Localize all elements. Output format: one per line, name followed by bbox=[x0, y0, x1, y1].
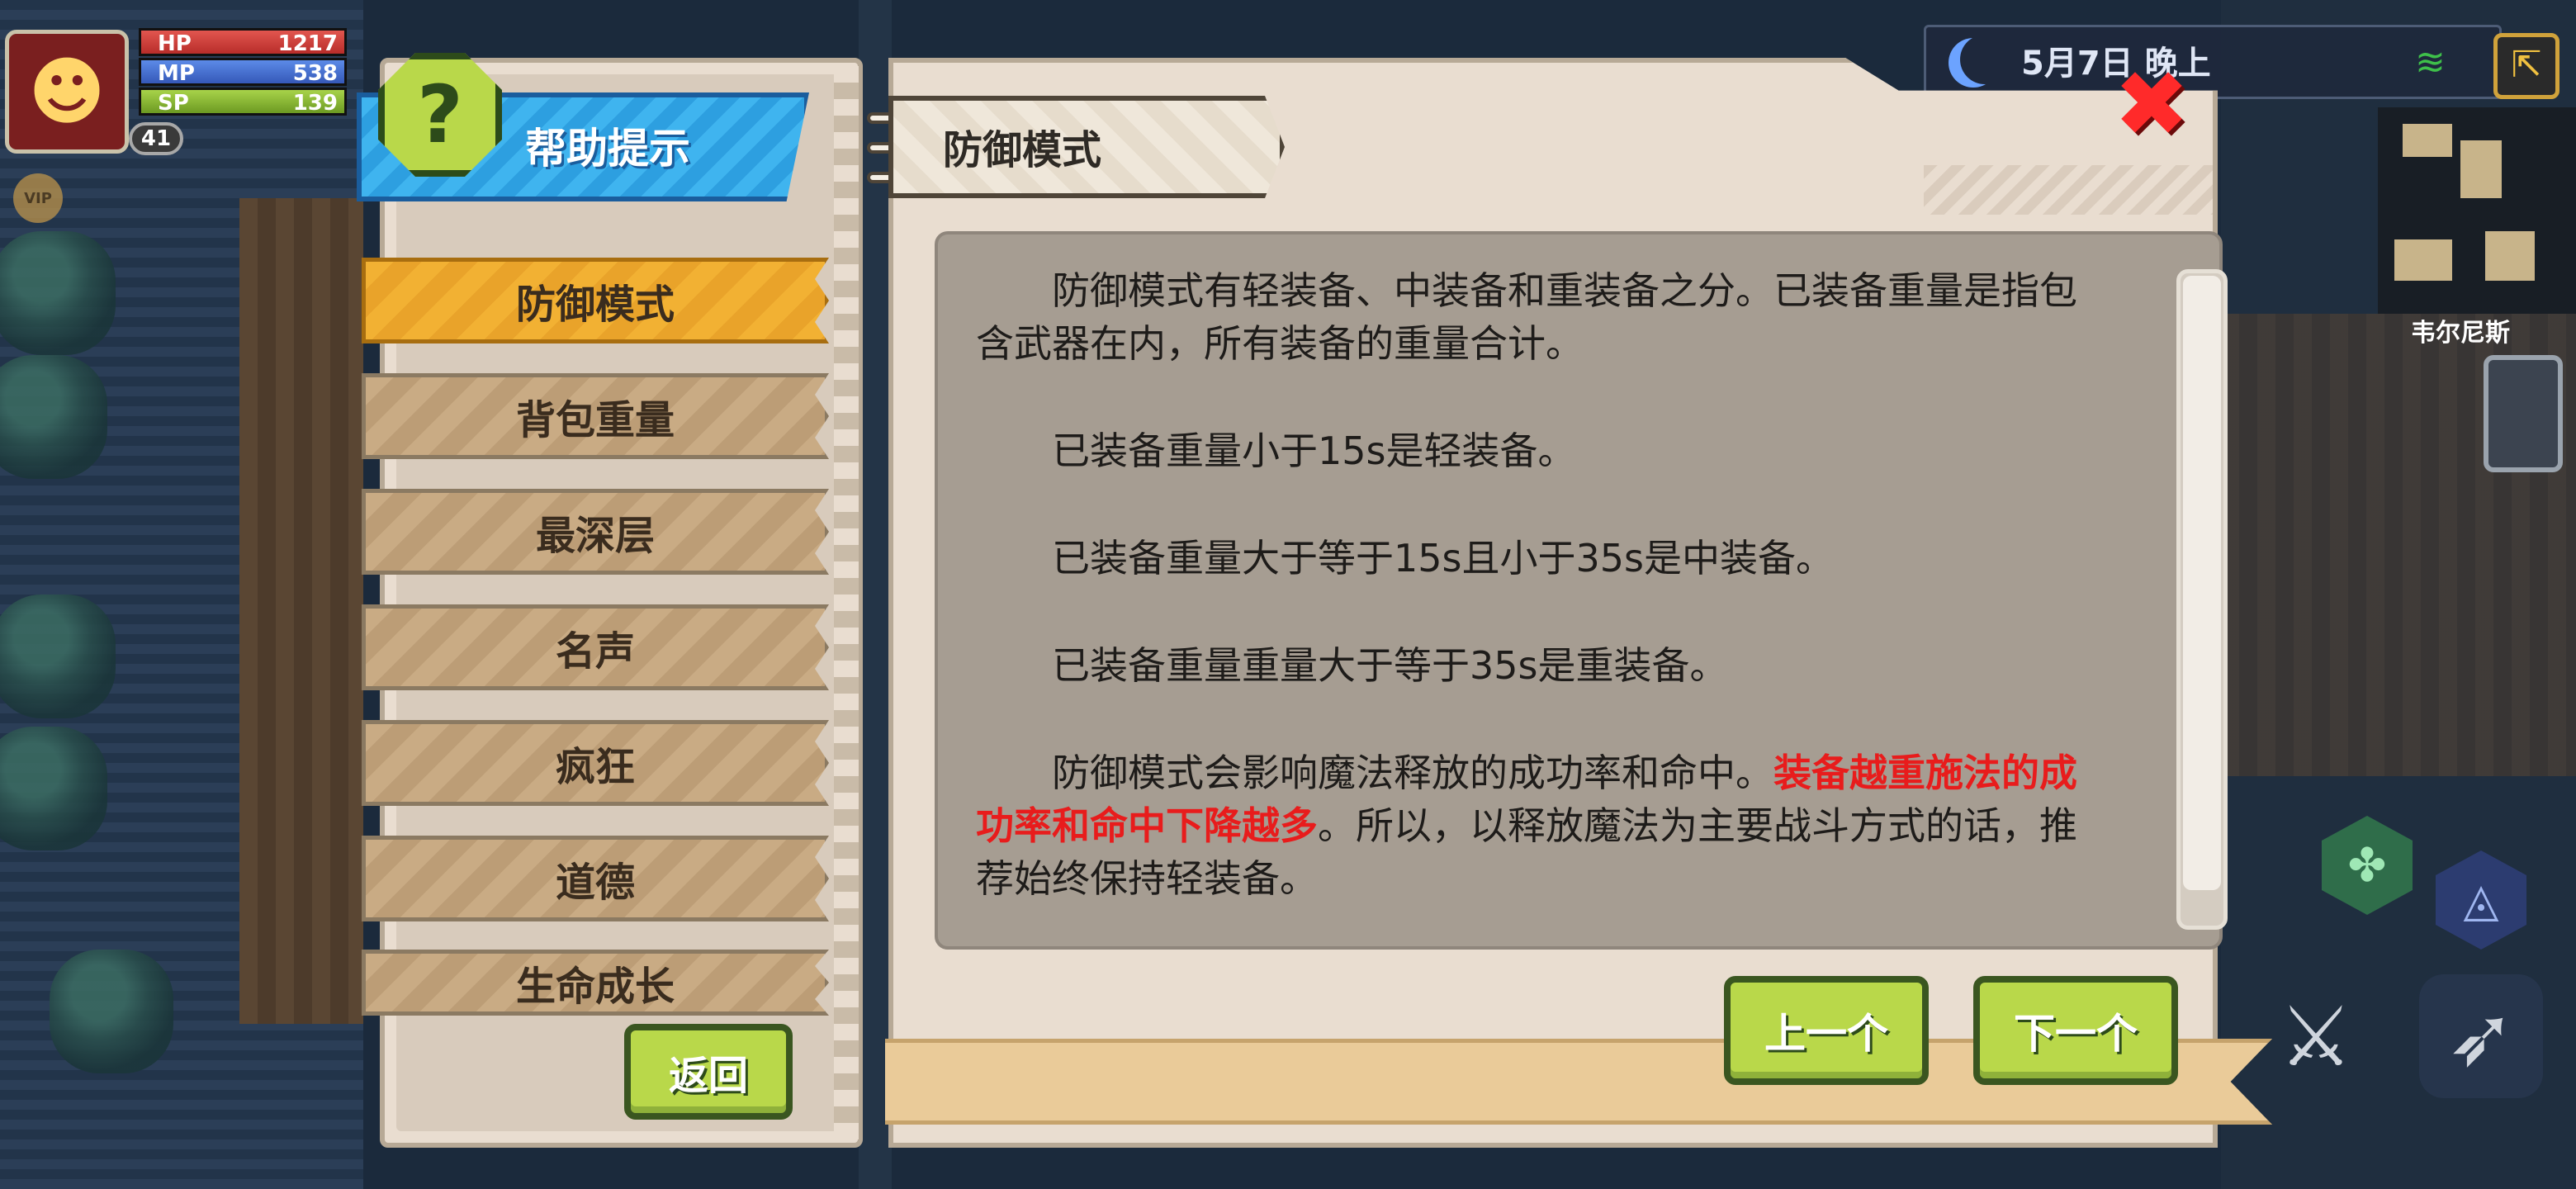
sp-label: SP bbox=[158, 91, 189, 116]
mp-label: MP bbox=[158, 61, 195, 86]
minimap[interactable] bbox=[2378, 107, 2576, 314]
bow-attack-button[interactable]: ➶ bbox=[2419, 974, 2543, 1098]
level-badge: 41 bbox=[129, 122, 183, 155]
location-name: 韦尔尼斯 bbox=[2411, 319, 2510, 348]
background-tree bbox=[50, 950, 173, 1073]
demon-face-icon: ☻ bbox=[28, 48, 106, 135]
scrollbar-thumb[interactable] bbox=[2183, 276, 2221, 890]
exit-door-icon[interactable]: ⇱ bbox=[2493, 33, 2559, 99]
menu-item-morality[interactable]: 道德 bbox=[362, 836, 829, 921]
paragraph: 已装备重量小于15s是轻装备。 bbox=[1052, 429, 1576, 473]
previous-button[interactable]: 上一个 bbox=[1724, 976, 1929, 1085]
menu-item-label: 最深层 bbox=[535, 513, 655, 559]
menu-item-label: 名声 bbox=[555, 628, 635, 675]
hp-value: 1217 bbox=[277, 31, 338, 56]
swirl-icon: ✤ bbox=[2347, 838, 2387, 893]
close-icon[interactable]: ✖ bbox=[2110, 59, 2193, 149]
panel-binding-edge bbox=[834, 66, 859, 1139]
sword-icon: ⚔ bbox=[2279, 988, 2353, 1085]
background-floor bbox=[239, 198, 363, 1024]
minimap-room bbox=[2394, 239, 2452, 281]
moon-icon bbox=[1960, 35, 2010, 84]
background-tree bbox=[0, 594, 116, 718]
sp-value: 139 bbox=[292, 91, 338, 116]
minimap-room bbox=[2485, 231, 2535, 281]
minimap-room bbox=[2460, 140, 2502, 198]
mp-bar: MP 538 bbox=[139, 58, 347, 86]
hp-bar: HP 1217 bbox=[139, 28, 347, 56]
paragraph: 已装备重量大于等于15s且小于35s是中装备。 bbox=[1052, 536, 1834, 580]
menu-item-reputation[interactable]: 名声 bbox=[362, 604, 829, 690]
hp-label: HP bbox=[158, 31, 192, 56]
mp-value: 538 bbox=[292, 61, 338, 86]
bow-icon: ➶ bbox=[2446, 988, 2516, 1085]
vip-badge[interactable]: VIP bbox=[13, 173, 63, 223]
menu-item-deepest-level[interactable]: 最深层 bbox=[362, 489, 829, 575]
paragraph: 已装备重量重量大于等于35s是重装备。 bbox=[1052, 643, 1728, 688]
menu-item-backpack-weight[interactable]: 背包重量 bbox=[362, 373, 829, 459]
menu-item-madness[interactable]: 疯狂 bbox=[362, 720, 829, 806]
phone-icon[interactable] bbox=[2484, 355, 2563, 472]
sword-attack-button[interactable]: ⚔ bbox=[2254, 974, 2378, 1098]
sp-bar: SP 139 bbox=[139, 88, 347, 116]
help-title: 帮助提示 bbox=[525, 125, 690, 173]
menu-item-label: 疯狂 bbox=[555, 744, 635, 790]
minimap-room bbox=[2403, 124, 2452, 157]
menu-item-label: 背包重量 bbox=[515, 397, 675, 443]
paragraph-text: 防御模式会影响魔法释放的成功率和命中。 bbox=[1052, 751, 1773, 795]
menu-item-label: 生命成长 bbox=[515, 964, 675, 1010]
background-tree bbox=[0, 727, 107, 850]
next-button[interactable]: 下一个 bbox=[1973, 976, 2178, 1085]
question-mark-icon: ? bbox=[378, 53, 502, 177]
page-title: 防御模式 bbox=[943, 127, 1102, 173]
paragraph: 防御模式有轻装备、中装备和重装备之分。已装备重量是指包含武器在内，所有装备的重量… bbox=[976, 268, 2077, 366]
back-button[interactable]: 返回 bbox=[624, 1024, 793, 1120]
panel-decoration bbox=[1924, 165, 2213, 215]
menu-item-life-growth[interactable]: 生命成长 bbox=[362, 950, 829, 1016]
help-content-text: 防御模式有轻装备、中装备和重装备之分。已装备重量是指包含武器在内，所有装备的重量… bbox=[976, 264, 2099, 959]
background-tree bbox=[0, 231, 116, 355]
menu-item-label: 道德 bbox=[555, 860, 635, 906]
eye-triangle-icon: ◬ bbox=[2463, 873, 2499, 927]
menu-item-defense-mode[interactable]: 防御模式 bbox=[362, 258, 829, 343]
player-avatar[interactable]: ☻ bbox=[5, 30, 129, 154]
game-screen: ☻ HP 1217 MP 538 SP 139 41 VIP 5月7日 晚上 ≋… bbox=[0, 0, 2576, 1189]
menu-item-label: 防御模式 bbox=[515, 282, 675, 328]
wifi-icon: ≋ bbox=[2415, 41, 2446, 83]
background-tree bbox=[0, 355, 107, 479]
paragraph: 防御模式会影响魔法释放的成功率和命中。装备越重施法的成功率和命中下降越多。所以，… bbox=[976, 746, 2099, 905]
